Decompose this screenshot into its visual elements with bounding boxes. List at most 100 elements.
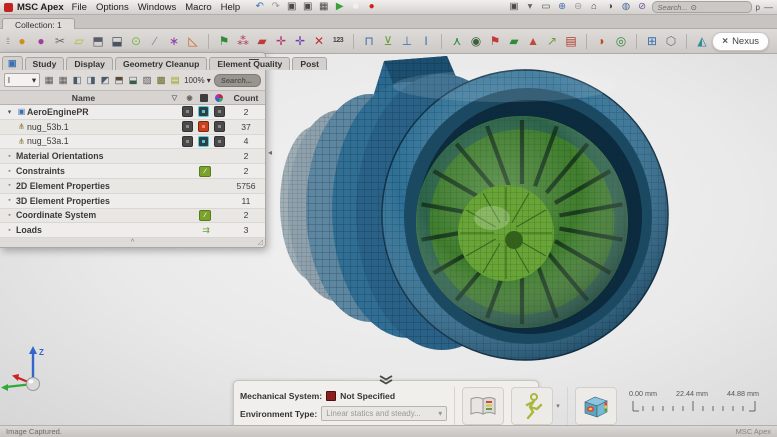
display-icon[interactable]: ▭ — [541, 2, 552, 12]
render-toggle[interactable] — [198, 136, 209, 147]
support-icon[interactable]: ⊥ — [400, 35, 414, 47]
filter-funnel-icon[interactable]: ▽ — [167, 94, 182, 102]
tab-study[interactable]: Study — [25, 57, 65, 70]
menu-app[interactable]: MSC Apex — [17, 2, 64, 13]
sphere-gold-icon[interactable]: ● — [15, 35, 29, 47]
nexus-button[interactable]: × Nexus — [712, 32, 769, 51]
table-row[interactable]: ⋔ nug_53b.1 37 — [0, 120, 265, 135]
column-count[interactable]: Count — [227, 93, 265, 103]
zoom-out-icon[interactable]: ⊖ — [573, 2, 584, 12]
render-mode-icon[interactable]: ⬒ — [113, 75, 125, 86]
node-set-icon[interactable]: ⁂ — [236, 35, 250, 47]
table-row[interactable]: ▪ 3D Element Properties 11 — [0, 194, 265, 209]
table-row[interactable]: ▾ ▣ AeroEnginePR 2 — [0, 105, 265, 120]
delete-icon[interactable]: ✕ — [312, 35, 326, 47]
menu-item[interactable]: Windows — [138, 2, 177, 13]
transparency-icon[interactable]: ▨ — [141, 75, 153, 86]
stop-icon[interactable]: ■ — [350, 2, 361, 12]
model-filter-select[interactable]: l▾ — [4, 73, 40, 87]
save-icon[interactable]: ▦ — [318, 2, 329, 12]
probe-icon[interactable]: ⊙ — [129, 35, 143, 47]
panel-search-input[interactable]: Search... — [214, 74, 261, 87]
run-options-dropdown-icon[interactable]: ▾ — [556, 402, 560, 410]
axes-alt-icon[interactable]: ✛ — [293, 35, 307, 47]
export-icon[interactable]: ▦ — [57, 75, 69, 86]
camera-view-icon[interactable]: ▣ — [509, 2, 520, 12]
show-icon[interactable]: ◧ — [71, 75, 83, 86]
tab-post[interactable]: Post — [292, 57, 327, 70]
tab-geometry-cleanup[interactable]: Geometry Cleanup — [115, 57, 207, 70]
table-row[interactable]: ▪ Coordinate System ∕ 2 — [0, 209, 265, 224]
environment-type-select[interactable]: Linear statics and steady... ▾ — [321, 406, 447, 421]
global-search-input[interactable]: Search... ⊙ — [652, 1, 752, 13]
panel-icon[interactable]: ▰ — [507, 35, 521, 47]
color-toggle[interactable] — [214, 121, 225, 132]
isolate-icon[interactable]: ◩ — [99, 75, 111, 86]
panel-collapse-handle[interactable] — [374, 372, 398, 382]
arrow-load-icon[interactable]: ↗ — [545, 35, 559, 47]
run-analysis-button[interactable] — [511, 387, 553, 425]
hide-icon[interactable]: ◨ — [85, 75, 97, 86]
axes-icon[interactable]: ✛ — [274, 35, 288, 47]
column-name[interactable]: Name — [0, 93, 167, 103]
wireframe-icon[interactable]: ⬓ — [127, 75, 139, 86]
color-legend-icon[interactable] — [215, 94, 223, 102]
panel-zoom-select[interactable]: 100% ▾ — [184, 76, 211, 85]
visibility-eye-icon[interactable]: ◉ — [182, 94, 197, 102]
render-toggle[interactable] — [198, 121, 209, 132]
table-row[interactable]: ⋔ nug_53a.1 4 — [0, 135, 265, 150]
cube-view-icon[interactable]: ⬡ — [664, 35, 678, 47]
minimize-icon[interactable]: — — [764, 2, 773, 12]
flag-icon[interactable]: ⚑ — [217, 35, 231, 47]
mechanical-system-value[interactable]: Not Specified — [340, 391, 395, 401]
table-row[interactable]: ▪ Constraints ∕ 2 — [0, 164, 265, 179]
search-filter-dropdown[interactable]: p — [756, 3, 760, 12]
contour-icon[interactable]: ◭ — [695, 35, 709, 47]
scenario-definition-button[interactable] — [462, 387, 504, 425]
table-row[interactable]: ▪ Material Orientations 2 — [0, 149, 265, 164]
zoom-in-icon[interactable]: ⊕ — [557, 2, 568, 12]
render-style-icon[interactable] — [200, 94, 208, 102]
rotate-target-icon[interactable]: ◎ — [614, 35, 628, 47]
cone-load-icon[interactable]: ▲ — [526, 35, 540, 47]
clamp-icon[interactable]: ⊓ — [362, 35, 376, 47]
fit-view-icon[interactable]: ⌂ — [589, 2, 600, 12]
panel-collapse-icon[interactable]: — — [249, 56, 259, 64]
record-icon[interactable]: ● — [366, 2, 377, 12]
tab-model-icon[interactable]: ▣ — [2, 56, 23, 70]
undo-icon[interactable]: ↶ — [254, 2, 265, 12]
menu-item[interactable]: Options — [96, 2, 129, 13]
tags-icon[interactable]: ▤ — [169, 75, 181, 86]
spring-icon[interactable]: ◉ — [469, 35, 483, 47]
clear-icon[interactable]: ⊘ — [637, 2, 648, 12]
camera-icon[interactable]: ▣ — [302, 2, 313, 12]
render-toggle[interactable] — [198, 106, 209, 117]
solid-tool-icon[interactable]: ⬒ — [91, 35, 105, 47]
trim-tool-icon[interactable]: ✂ — [53, 35, 67, 47]
layers-icon[interactable]: ▤ — [564, 35, 578, 47]
surface-tool-icon[interactable]: ▱ — [72, 35, 86, 47]
menu-item[interactable]: Macro — [185, 2, 211, 13]
menu-item[interactable]: File — [72, 2, 87, 13]
color-toggle[interactable] — [214, 136, 225, 147]
tripod-icon[interactable]: ⋏ — [450, 35, 464, 47]
visibility-toggle[interactable] — [182, 136, 193, 147]
panel-resize-handle[interactable]: ^ ◿ — [0, 238, 265, 247]
pattern-icon[interactable]: ∗ — [167, 35, 181, 47]
panel-edge-collapse-icon[interactable]: ◂ — [268, 148, 272, 157]
flag-red-icon[interactable]: ⚑ — [488, 35, 502, 47]
numbering-icon[interactable]: 123 — [331, 35, 345, 47]
angle-measure-icon[interactable]: ◺ — [186, 35, 200, 47]
menu-item[interactable]: Help — [221, 2, 241, 13]
mesh-tool-icon[interactable]: ⬓ — [110, 35, 124, 47]
highlight-icon[interactable]: ▩ — [155, 75, 167, 86]
grid-view-icon[interactable]: ⊞ — [645, 35, 659, 47]
tab-display[interactable]: Display — [66, 57, 113, 70]
visibility-toggle[interactable] — [182, 121, 193, 132]
measure-line-icon[interactable]: ∕ — [148, 35, 162, 47]
sphere-purple-icon[interactable]: ● — [34, 35, 48, 47]
element-set-icon[interactable]: ▰ — [255, 35, 269, 47]
expander-icon[interactable]: ▾ — [3, 108, 16, 116]
paint-icon[interactable]: ◗ — [595, 35, 609, 47]
color-toggle[interactable] — [214, 106, 225, 117]
